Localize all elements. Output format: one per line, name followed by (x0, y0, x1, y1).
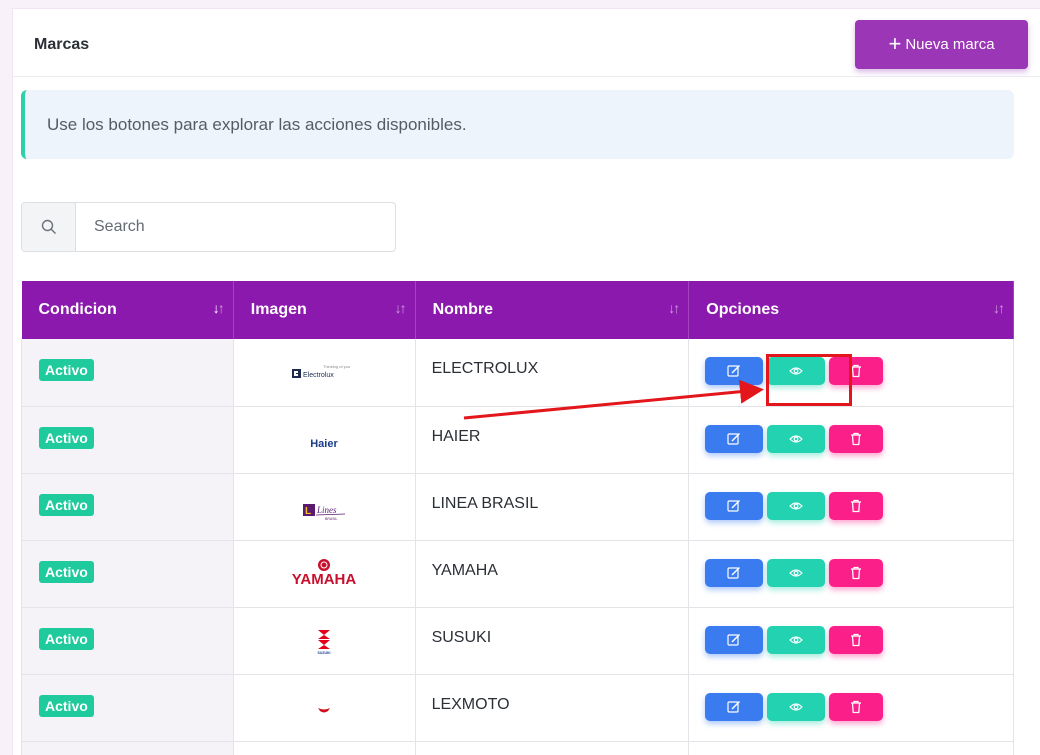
sort-icon: ↓↑ (394, 300, 407, 316)
plus-icon: + (888, 30, 902, 56)
yamaha-logo: YAMAHA (292, 558, 357, 588)
svg-text:L: L (305, 506, 311, 517)
delete-button[interactable] (829, 491, 884, 520)
status-badge: Activo (39, 560, 94, 583)
brand-name: HAIER (431, 427, 481, 445)
delete-button[interactable] (829, 424, 884, 453)
svg-text:Lines: Lines (316, 505, 337, 515)
svg-text:BRASIL: BRASIL (325, 517, 338, 521)
svg-text:Electrolux: Electrolux (303, 372, 334, 379)
sort-icon: ↓↑ (993, 300, 1005, 316)
table-row: Activo Haier HAIER (21, 406, 1014, 473)
brands-table: Condicion ↓↑ Imagen ↓↑ Nombre ↓↑ Opciones ↓↑… (21, 281, 1014, 755)
table-row: Activo LEXMOTO (21, 674, 1014, 741)
trash-icon (851, 566, 862, 579)
eye-icon (789, 434, 804, 443)
edit-button[interactable] (705, 491, 764, 520)
eye-icon (789, 702, 804, 711)
edit-icon (727, 566, 741, 579)
linea-brasil-logo: L Lines BRASIL (303, 503, 346, 521)
new-brand-button[interactable]: + Nueva marca (855, 20, 1028, 69)
edit-icon (727, 365, 741, 377)
info-alert-text: Use los botones para explorar las accion… (47, 114, 467, 134)
table-row: Activo L Lines BRASIL LINEA BRASIL (21, 473, 1014, 540)
sort-icon: ↓↑ (212, 300, 225, 316)
brand-name: LINEA BRASIL (431, 494, 539, 512)
eye-icon (789, 635, 804, 644)
table-row: Activo Electrolux Thinking of you ELECTR… (21, 339, 1014, 406)
sort-icon: ↓↑ (668, 300, 680, 316)
card-header: Marcas + Nueva marca (13, 9, 1040, 77)
view-button[interactable] (767, 558, 826, 587)
eye-icon (789, 501, 804, 510)
edit-button[interactable] (705, 558, 764, 587)
trash-icon (851, 499, 862, 512)
column-header-nombre[interactable]: Nombre ↓↑ (415, 281, 690, 339)
suzuki-logo: SUZUKI (318, 629, 331, 655)
brand-name: SUSUKI (431, 628, 492, 646)
trash-icon (851, 700, 862, 713)
brand-name: LEXMOTO (431, 695, 510, 713)
edit-icon (727, 633, 741, 646)
svg-text:SUZUKI: SUZUKI (318, 651, 331, 655)
table-row: Activo YAMAHA YAMAHA (21, 540, 1014, 607)
lexmoto-logo (318, 707, 331, 712)
eye-icon (789, 568, 804, 577)
status-badge: Activo (39, 694, 94, 717)
column-header-condicion[interactable]: Condicion ↓↑ (21, 281, 234, 339)
view-button[interactable] (767, 424, 826, 453)
view-button[interactable] (767, 692, 826, 721)
svg-text:Haier: Haier (310, 438, 338, 450)
edit-button[interactable] (705, 424, 764, 453)
trash-icon (851, 364, 862, 378)
edit-button[interactable] (705, 692, 764, 721)
search-box (21, 202, 396, 252)
brand-name: YAMAHA (431, 561, 498, 579)
column-header-opciones[interactable]: Opciones ↓↑ (688, 281, 1014, 339)
annotation-highlight-box (766, 354, 852, 406)
edit-button[interactable] (705, 357, 764, 385)
search-input[interactable] (76, 203, 395, 251)
table-row (21, 741, 1014, 755)
status-badge: Activo (39, 359, 94, 381)
edit-icon (727, 499, 741, 512)
trash-icon (851, 432, 862, 445)
table-row: Activo SUZUKI SUSUKI (21, 607, 1014, 674)
status-badge: Activo (39, 493, 94, 516)
svg-text:Thinking of you: Thinking of you (323, 364, 350, 369)
status-badge: Activo (39, 627, 94, 650)
edit-button[interactable] (705, 625, 764, 654)
page-title: Marcas (34, 36, 90, 53)
brand-name: ELECTROLUX (431, 360, 539, 377)
table-header-row: Condicion ↓↑ Imagen ↓↑ Nombre ↓↑ Opciones ↓↑ (21, 281, 1014, 339)
column-header-imagen[interactable]: Imagen ↓↑ (233, 281, 416, 339)
edit-icon (727, 432, 741, 445)
new-brand-label: Nueva marca (905, 36, 995, 53)
edit-icon (727, 700, 741, 713)
delete-button[interactable] (829, 558, 884, 587)
svg-text:YAMAHA: YAMAHA (292, 571, 357, 588)
info-alert: Use los botones para explorar las accion… (21, 90, 1014, 159)
electrolux-logo: Electrolux Thinking of you (292, 364, 350, 379)
status-badge: Activo (39, 426, 94, 449)
view-button[interactable] (767, 625, 826, 654)
trash-icon (851, 633, 862, 646)
haier-logo: Haier (310, 438, 338, 450)
delete-button[interactable] (829, 625, 884, 654)
delete-button[interactable] (829, 692, 884, 721)
view-button[interactable] (767, 491, 826, 520)
search-icon (22, 203, 76, 251)
